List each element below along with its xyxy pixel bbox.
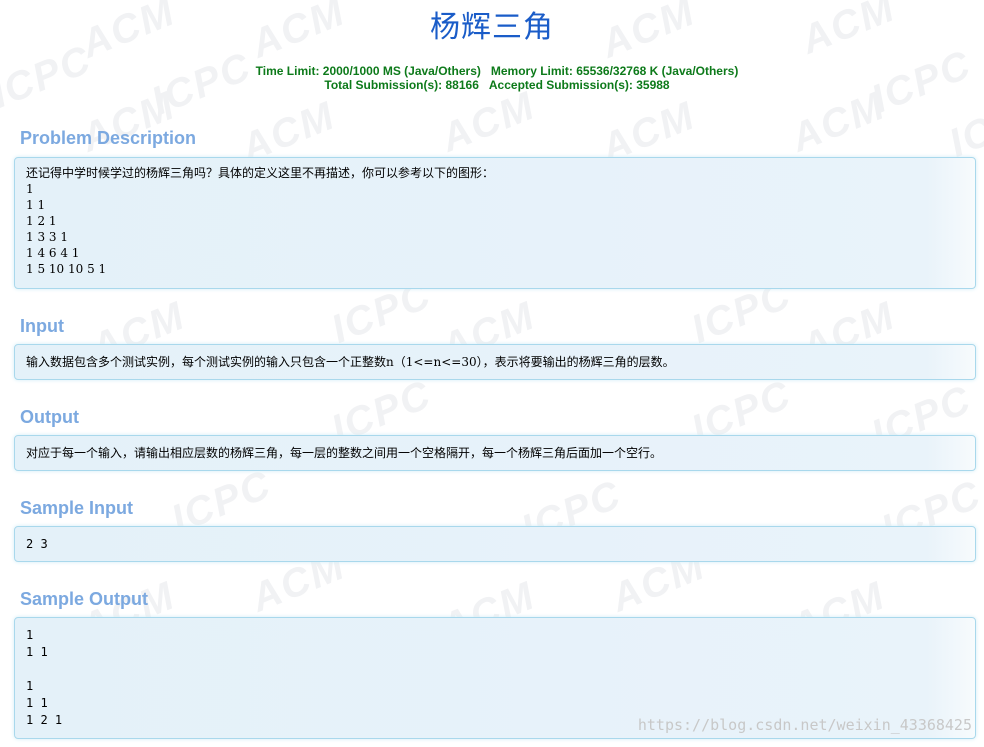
- limits-row-2: Total Submission(s): 88166 Accepted Submi…: [0, 78, 984, 92]
- triangle-line: 1 1: [26, 198, 46, 212]
- problem-limits: Time Limit: 2000/1000 MS (Java/Others) Me…: [0, 64, 984, 92]
- sample-output-line: 1: [26, 628, 34, 642]
- sample-input-heading: Sample Input: [20, 498, 134, 518]
- sample-input-text: 2 3: [26, 537, 48, 551]
- output-text: 对应于每一个输入，请输出相应层数的杨辉三角，每一层的整数之间用一个空格隔开，每一…: [26, 446, 663, 460]
- problem-title: 杨辉三角: [430, 10, 554, 45]
- triangle-line: 1 3 3 1: [26, 230, 68, 244]
- triangle-line: 1 4 6 4 1: [26, 246, 80, 260]
- memory-limit: Memory Limit: 65536/32768 K (Java/Others…: [490, 64, 739, 78]
- input-heading: Input: [20, 316, 64, 336]
- triangle-line: 1 2 1: [26, 214, 57, 228]
- sample-output-line: 1 1: [26, 645, 48, 659]
- sample-output-line: [26, 661, 964, 678]
- blog-url-watermark: https://blog.csdn.net/weixin_43368425: [637, 716, 972, 734]
- output-panel: 对应于每一个输入，请输出相应层数的杨辉三角，每一层的整数之间用一个空格隔开，每一…: [14, 435, 976, 471]
- description-intro: 还记得中学时候学过的杨辉三角吗？具体的定义这里不再描述，你可以参考以下的图形：: [26, 166, 495, 180]
- sample-input-panel[interactable]: 2 3: [14, 526, 976, 562]
- description-panel: 还记得中学时候学过的杨辉三角吗？具体的定义这里不再描述，你可以参考以下的图形： …: [14, 157, 976, 289]
- input-panel: 输入数据包含多个测试实例，每个测试实例的输入只包含一个正整数n（1<=n<=30…: [14, 344, 976, 380]
- output-heading: Output: [20, 407, 79, 427]
- time-limit: Time Limit: 2000/1000 MS (Java/Others): [255, 64, 481, 78]
- triangle-line: 1: [26, 182, 34, 196]
- sample-output-line: 1 1: [26, 696, 48, 710]
- sample-output-line: 1: [26, 679, 34, 693]
- total-submissions: Total Submission(s): 88166: [324, 78, 479, 92]
- triangle-line: 1 5 10 10 5 1: [26, 262, 107, 276]
- description-heading: Problem Description: [20, 128, 197, 148]
- accepted-submissions: Accepted Submission(s): 35988: [488, 78, 670, 92]
- input-text: 输入数据包含多个测试实例，每个测试实例的输入只包含一个正整数n（1<=n<=30…: [26, 355, 675, 369]
- sample-output-heading: Sample Output: [20, 589, 149, 609]
- limits-row-1: Time Limit: 2000/1000 MS (Java/Others) Me…: [0, 64, 984, 78]
